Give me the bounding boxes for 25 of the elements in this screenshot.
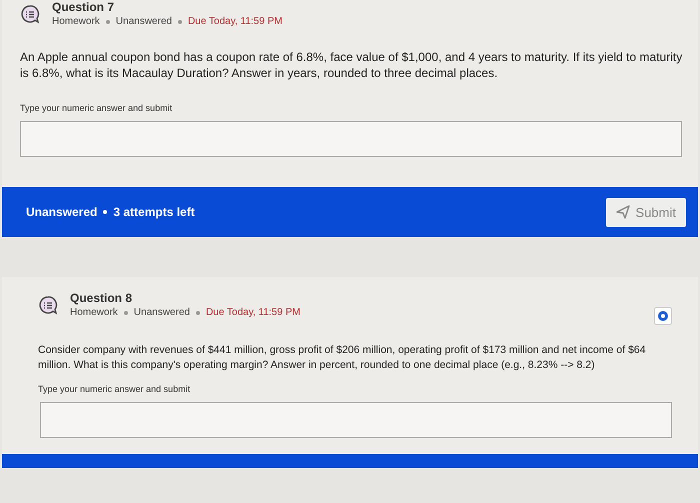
separator-dot	[178, 20, 182, 24]
answer-field[interactable]	[20, 121, 682, 158]
meta-label: Homework	[52, 16, 100, 27]
attempts-text: 3 attempts left	[113, 205, 195, 220]
separator-dot	[196, 310, 200, 315]
meta-label: Unanswered	[134, 307, 190, 318]
question-icon	[38, 295, 58, 316]
meta-label: Unanswered	[116, 16, 172, 27]
meta-label: Homework	[70, 307, 118, 318]
question-icon	[20, 4, 40, 24]
separator-dot	[106, 20, 110, 24]
question-text: An Apple annual coupon bond has a coupon rate of 6.8%, face value of $1,000, and 4 years to maturity. If its yield to maturity is 6.8%, what is its Macaulay Duration? Answer in years, rounded to three decimal places.	[20, 49, 684, 82]
question-title: Question 7	[52, 0, 116, 14]
answer-label: Type your numeric answer and submit	[20, 103, 174, 114]
question-text: Consider company with revenues of $441 million, gross profit of $206 million, operating profit of $173 million and net income of $64 million. What is this company's operating margin? Answer in percent, rounded to one decimal place (e.g., 8.23% --> 8.2)	[38, 343, 647, 372]
answer-field[interactable]	[40, 402, 672, 438]
due-date: Due Today, 11:59 PM	[188, 16, 282, 27]
status-text: Unanswered	[26, 205, 98, 220]
separator-dot	[124, 310, 128, 315]
question-title: Question 8	[70, 291, 134, 306]
answer-label: Type your numeric answer and submit	[38, 384, 192, 394]
submit-button[interactable]: Submit	[606, 198, 686, 227]
send-icon	[616, 205, 630, 220]
due-date: Due Today, 11:59 PM	[206, 307, 300, 318]
separator-dot	[103, 210, 108, 214]
